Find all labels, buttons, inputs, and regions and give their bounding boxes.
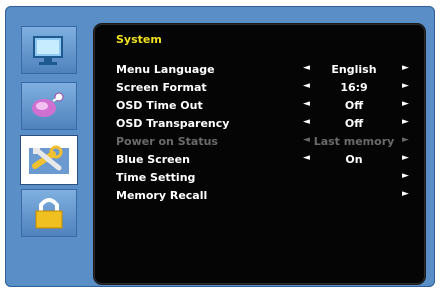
menu-row-label: OSD Transparency xyxy=(116,117,230,130)
right-arrow-icon[interactable]: ► xyxy=(402,153,409,163)
lock-icon xyxy=(35,198,63,229)
menu-row[interactable]: Memory Recall ► xyxy=(116,189,416,207)
menu-row[interactable]: OSD Time Out ◄ Off ► xyxy=(116,99,416,117)
menu-row-value: 16:9 xyxy=(340,81,368,94)
menu-row-label: Menu Language xyxy=(116,63,215,76)
menu-row[interactable]: Screen Format ◄ 16:9 ► xyxy=(116,81,416,99)
sound-icon xyxy=(32,92,64,117)
right-arrow-icon[interactable]: ► xyxy=(402,117,409,127)
sidebar-item-setup[interactable] xyxy=(21,136,77,184)
menu-row-label: Screen Format xyxy=(116,81,207,94)
menu-row: Power on Status ◄ Last memory ► xyxy=(116,135,416,153)
monitor-icon xyxy=(33,36,63,65)
sidebar-item-sound[interactable] xyxy=(21,82,77,130)
right-arrow-icon[interactable]: ► xyxy=(402,99,409,109)
right-arrow-icon[interactable]: ► xyxy=(402,63,409,73)
menu-row-label: Time Setting xyxy=(116,171,196,184)
menu-row[interactable]: OSD Transparency ◄ Off ► xyxy=(116,117,416,135)
menu-row-label: OSD Time Out xyxy=(116,99,203,112)
menu-row-label: Power on Status xyxy=(116,135,218,148)
menu-row-value: On xyxy=(345,153,363,166)
right-arrow-icon[interactable]: ► xyxy=(402,81,409,91)
menu-row-value: English xyxy=(331,63,377,76)
osd-sidebar xyxy=(5,6,93,287)
sidebar-item-picture[interactable] xyxy=(21,26,77,74)
menu-row[interactable]: Menu Language ◄ English ► xyxy=(116,63,416,81)
menu-title: System xyxy=(116,33,162,46)
right-arrow-icon[interactable]: ► xyxy=(402,189,409,199)
menu-row[interactable]: Time Setting ► xyxy=(116,171,416,189)
menu-row-value: Last memory xyxy=(313,135,395,148)
right-arrow-icon[interactable]: ► xyxy=(402,171,409,181)
menu-row-label: Blue Screen xyxy=(116,153,190,166)
menu-row-label: Memory Recall xyxy=(116,189,208,202)
tools-icon xyxy=(29,145,69,174)
sidebar-item-lock[interactable] xyxy=(21,189,77,237)
right-arrow-icon: ► xyxy=(402,135,409,145)
menu-row-value: Off xyxy=(344,117,364,130)
menu-row-value: Off xyxy=(344,99,364,112)
system-menu-panel: System Menu Language ◄ English ► Screen Form… xyxy=(94,24,425,284)
menu-row[interactable]: Blue Screen ◄ On ► xyxy=(116,153,416,171)
